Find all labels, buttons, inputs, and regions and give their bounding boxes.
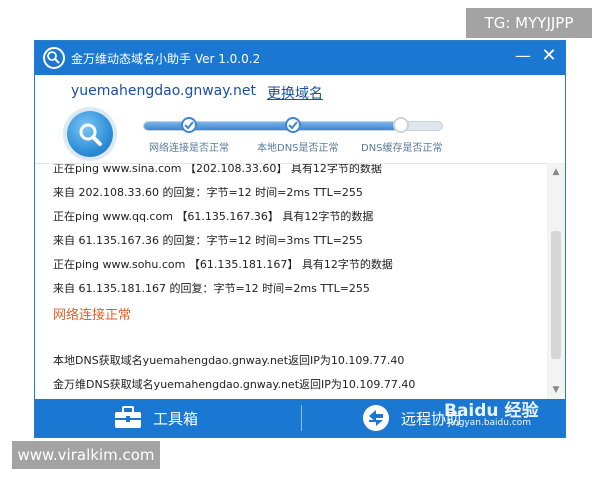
log-line: 来自 61.135.181.167 的回复：字节=12 时间=2ms TTL=2… <box>53 282 370 295</box>
step-label-network: 网络连接是否正常 <box>149 143 229 154</box>
log-area[interactable]: 正在ping www.sina.com 【202.108.33.60】 具有12… <box>35 163 547 400</box>
dns-result-line: 本地DNS获取域名yuemahengdao.gnway.net返回IP为10.1… <box>53 354 405 367</box>
watermark-bottom: www.viralkim.com <box>12 441 160 469</box>
scroll-up-arrow-icon[interactable]: ▲ <box>551 167 561 177</box>
title-bar: 金万维动态域名小助手 Ver 1.0.0.2 — ✕ <box>35 41 565 75</box>
toolbox-button[interactable]: 工具箱 <box>113 399 198 437</box>
app-logo-icon <box>43 47 65 69</box>
toolbox-label: 工具箱 <box>153 409 199 428</box>
app-window: 金万维动态域名小助手 Ver 1.0.0.2 — ✕ yuemahengdao.… <box>34 40 566 438</box>
log-line: 来自 202.108.33.60 的回复：字节=12 时间=2ms TTL=25… <box>53 186 363 199</box>
network-status-text: 网络连接正常 <box>53 308 132 323</box>
domain-name: yuemahengdao.gnway.net <box>71 83 256 99</box>
change-domain-link[interactable]: 更换域名 <box>267 83 323 103</box>
step-node-network <box>181 117 197 133</box>
footer-divider <box>301 405 302 431</box>
toolbox-icon <box>115 406 141 428</box>
minimize-button[interactable]: — <box>513 47 533 67</box>
diagnose-search-icon <box>67 111 113 157</box>
window-title: 金万维动态域名小助手 Ver 1.0.0.2 <box>71 52 261 66</box>
log-line: 来自 61.135.167.36 的回复：字节=12 时间=3ms TTL=25… <box>53 234 363 247</box>
log-line: 正在ping www.sohu.com 【61.135.181.167】 具有1… <box>53 258 393 271</box>
step-node-local-dns <box>285 117 301 133</box>
magnifier-icon <box>79 123 102 146</box>
watermark-top: TG: MYYJJPP <box>466 8 592 38</box>
remote-assist-icon <box>363 405 389 431</box>
baidu-watermark-url: jingyan.baidu.com <box>448 418 532 428</box>
scroll-down-arrow-icon[interactable]: ▼ <box>551 385 561 395</box>
step-label-local-dns: 本地DNS是否正常 <box>257 143 339 154</box>
step-node-dns-cache <box>393 117 409 133</box>
log-scrollbar[interactable]: ▲ ▼ <box>547 163 565 399</box>
close-button[interactable]: ✕ <box>539 46 559 66</box>
dns-result-line: 金万维DNS获取域名yuemahengdao.gnway.net返回IP为10.… <box>53 378 416 391</box>
check-icon <box>184 121 194 130</box>
log-line: 正在ping www.qq.com 【61.135.167.36】 具有12字节… <box>53 210 374 223</box>
scroll-thumb[interactable] <box>551 231 561 359</box>
step-label-dns-cache: DNS缓存是否正常 <box>361 143 443 154</box>
log-line: 正在ping www.sina.com 【202.108.33.60】 具有12… <box>53 163 382 175</box>
check-icon <box>288 121 298 130</box>
